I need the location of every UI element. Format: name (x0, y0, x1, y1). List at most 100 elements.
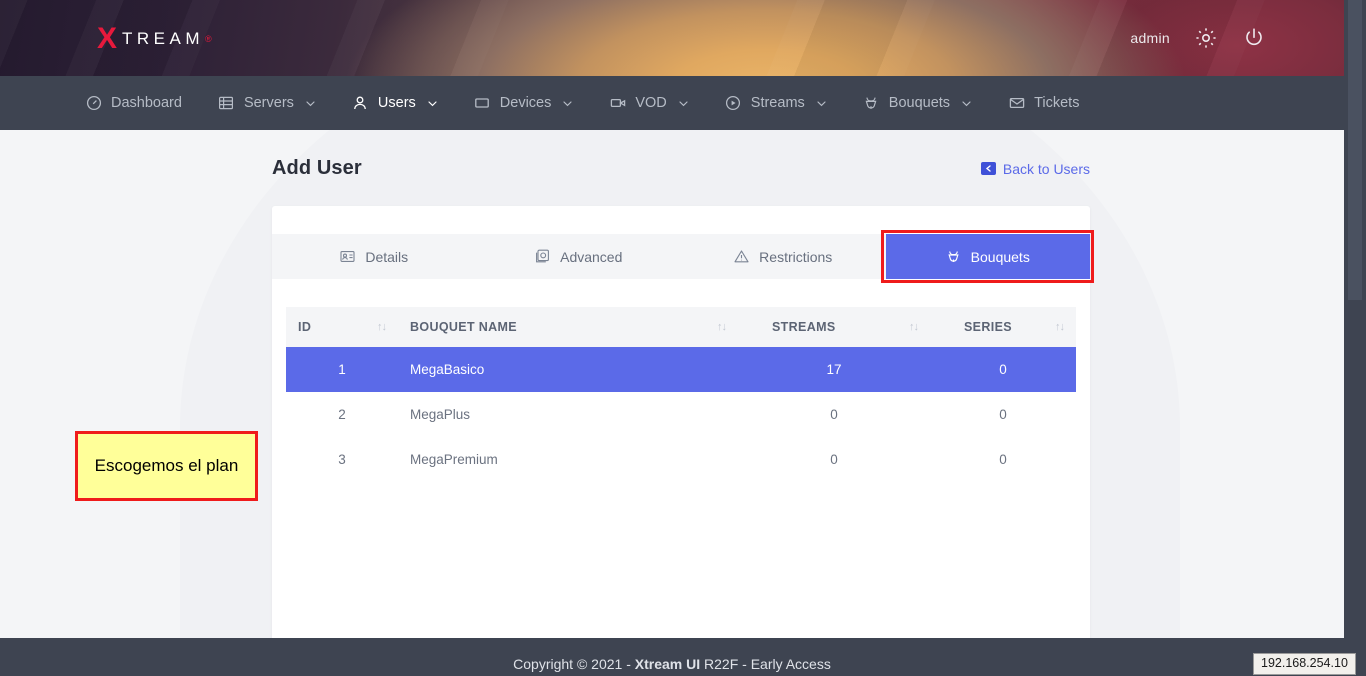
play-circle-icon (725, 95, 742, 112)
servers-icon (218, 95, 235, 112)
cell-streams: 17 (738, 347, 930, 393)
nav-label: Tickets (1034, 95, 1080, 111)
current-user-label: admin (1130, 30, 1170, 46)
cell-id: 1 (286, 347, 398, 393)
sort-icon[interactable]: ↑↓ (895, 321, 919, 333)
page-header: Add User Back to Users (272, 157, 1090, 180)
app-logo[interactable]: X TREAM ® (97, 24, 212, 54)
site-footer: Copyright © 2021 - Xtream UI R22F - Earl… (0, 638, 1344, 676)
chevron-down-icon (961, 98, 972, 109)
table-head: ID ↑↓ BOUQUET NAME ↑↓ STREAMS ↑↓ SERIES … (286, 307, 1076, 347)
tab-advanced[interactable]: Advanced (477, 234, 682, 279)
sort-icon[interactable]: ↑↓ (363, 321, 387, 333)
card-tabs: Details Advanced Restrictions Bouquets (272, 234, 1090, 279)
logo-wordmark: TREAM (122, 29, 205, 48)
chevron-down-icon (305, 98, 316, 109)
table-body: 1 MegaBasico 17 0 2 MegaPlus 0 0 3 MegaP… (286, 347, 1076, 483)
column-header-bouquet-name[interactable]: BOUQUET NAME ↑↓ (398, 307, 738, 347)
back-to-users-link[interactable]: Back to Users (980, 160, 1090, 177)
column-label: BOUQUET NAME (410, 320, 517, 334)
nav-item-tickets[interactable]: Tickets (1008, 76, 1079, 130)
chevron-down-icon (562, 98, 573, 109)
nav-label: Bouquets (888, 95, 951, 111)
bouquets-table-container: ID ↑↓ BOUQUET NAME ↑↓ STREAMS ↑↓ SERIES … (286, 307, 1076, 483)
copyright-text: Copyright © 2021 - Xtream UI R22F - Earl… (513, 656, 831, 672)
nav-item-vod[interactable]: VOD (609, 76, 688, 130)
app-root: X TREAM ® admin Dashboard Servers Users … (0, 0, 1366, 676)
back-link-label: Back to Users (1002, 160, 1090, 177)
column-header-id[interactable]: ID ↑↓ (286, 307, 398, 347)
column-label: SERIES (964, 320, 1012, 334)
column-label: ID (298, 320, 312, 334)
cell-bouquet-name: MegaPremium (398, 437, 738, 483)
logo-registered-mark: ® (205, 33, 212, 44)
cell-id: 2 (286, 392, 398, 438)
header-banner: X TREAM ® admin (0, 0, 1344, 76)
page-title: Add User (272, 157, 362, 179)
table-header-row: ID ↑↓ BOUQUET NAME ↑↓ STREAMS ↑↓ SERIES … (286, 307, 1076, 347)
cell-series: 0 (930, 437, 1076, 483)
tab-label: Restrictions (759, 248, 833, 265)
chevron-down-icon (427, 98, 438, 109)
nav-item-devices[interactable]: Devices (474, 76, 574, 130)
nav-item-bouquets[interactable]: Bouquets (863, 76, 972, 130)
nav-item-servers[interactable]: Servers (218, 76, 316, 130)
video-icon (609, 95, 626, 112)
cell-bouquet-name: MegaBasico (398, 347, 738, 393)
cell-streams: 0 (738, 392, 930, 438)
cell-series: 0 (930, 347, 1076, 393)
chevron-down-icon (678, 98, 689, 109)
footer-brand: Xtream UI (634, 656, 701, 672)
nav-label: Streams (750, 95, 805, 111)
nav-item-streams[interactable]: Streams (725, 76, 827, 130)
nav-item-users[interactable]: Users (352, 76, 438, 139)
main-navigation: Dashboard Servers Users Devices VOD Stre… (0, 76, 1344, 139)
bouquet-icon (946, 249, 961, 264)
bouquets-table: ID ↑↓ BOUQUET NAME ↑↓ STREAMS ↑↓ SERIES … (286, 307, 1076, 483)
cell-id: 3 (286, 437, 398, 483)
ip-address-badge: 192.168.254.10 (1253, 653, 1356, 675)
cell-streams: 0 (738, 437, 930, 483)
nav-label: VOD (635, 95, 667, 111)
table-row[interactable]: 2 MegaPlus 0 0 (286, 392, 1076, 438)
sort-icon[interactable]: ↑↓ (703, 321, 727, 333)
table-row[interactable]: 1 MegaBasico 17 0 (286, 347, 1076, 393)
cell-bouquet-name: MegaPlus (398, 392, 738, 438)
copyright-prefix: Copyright © 2021 - (513, 656, 635, 672)
column-header-streams[interactable]: STREAMS ↑↓ (738, 307, 930, 347)
tab-label: Advanced (560, 248, 623, 265)
tab-bouquets[interactable]: Bouquets (885, 234, 1090, 279)
column-header-series[interactable]: SERIES ↑↓ (930, 307, 1076, 347)
annotation-note: Escogemos el plan (75, 431, 258, 501)
nav-label: Servers (243, 95, 294, 111)
cell-series: 0 (930, 392, 1076, 438)
sort-icon[interactable]: ↑↓ (1041, 321, 1065, 333)
tab-label: Details (365, 248, 409, 265)
table-row[interactable]: 3 MegaPremium 0 0 (286, 437, 1076, 483)
nav-item-dashboard[interactable]: Dashboard (85, 76, 182, 130)
tab-details[interactable]: Details (272, 234, 477, 279)
back-arrow-icon (980, 162, 996, 175)
power-icon[interactable] (1242, 26, 1266, 50)
device-icon (474, 95, 491, 112)
envelope-icon (1008, 95, 1025, 112)
copyright-suffix: R22F - Early Access (700, 656, 831, 672)
header-actions: admin (1130, 0, 1266, 76)
scrollbar-thumb[interactable] (1348, 0, 1362, 300)
warning-triangle-icon (734, 249, 749, 264)
nav-label: Dashboard (111, 95, 182, 111)
tab-label: Bouquets (970, 248, 1030, 265)
tab-restrictions[interactable]: Restrictions (681, 234, 886, 279)
nav-label: Devices (499, 95, 552, 111)
page-scrollbar[interactable] (1344, 0, 1366, 676)
page-content: Add User Back to Users Details Advanced … (0, 130, 1344, 638)
id-card-icon (340, 249, 355, 264)
bouquet-icon (863, 95, 880, 112)
gear-icon[interactable] (1194, 26, 1218, 50)
dashboard-icon (85, 95, 102, 112)
chevron-down-icon (816, 98, 827, 109)
sliders-icon (535, 249, 550, 264)
column-label: STREAMS (772, 320, 836, 334)
nav-label: Users (377, 95, 416, 111)
logo-x-mark: X (97, 22, 118, 55)
